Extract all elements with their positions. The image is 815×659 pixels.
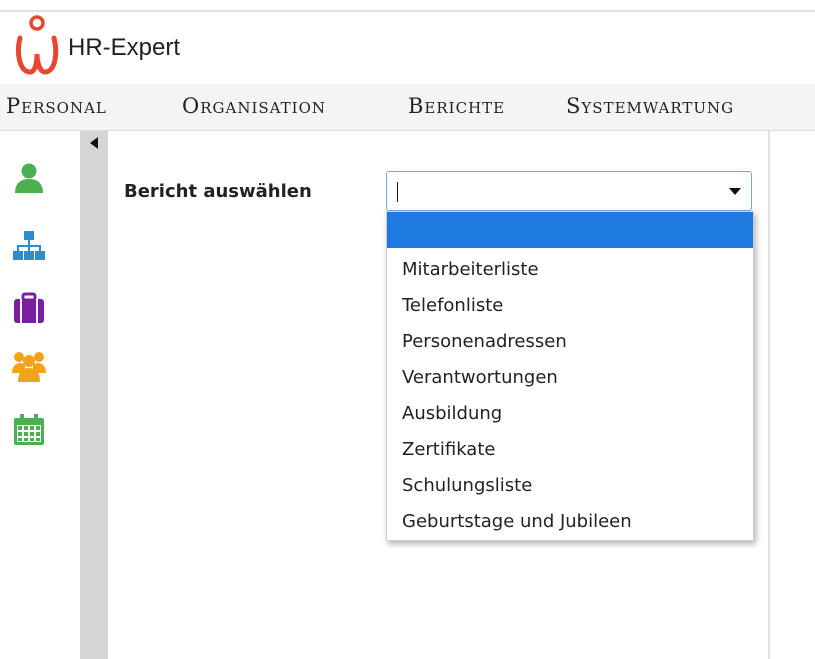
group-icon[interactable] <box>12 349 46 383</box>
chevron-down-icon[interactable] <box>729 188 741 195</box>
dropdown-option[interactable]: Zertifikate <box>387 432 753 468</box>
dropdown-option[interactable]: Ausbildung <box>387 396 753 432</box>
org-chart-icon[interactable] <box>12 229 46 263</box>
dropdown-option[interactable]: Personenadressen <box>387 324 753 360</box>
sidebar-icons <box>0 131 80 659</box>
dropdown-option[interactable]: Telefonliste <box>387 288 753 324</box>
dropdown-option-empty[interactable] <box>387 212 753 248</box>
calendar-icon[interactable] <box>12 413 46 447</box>
menu-organisation[interactable]: Organisation <box>182 94 326 118</box>
app-header: HR-Expert <box>0 12 815 84</box>
menu-personal[interactable]: Personal <box>6 94 107 118</box>
person-icon[interactable] <box>12 161 46 195</box>
dropdown-option[interactable]: Verantwortungen <box>387 360 753 396</box>
menu-berichte[interactable]: Berichte <box>408 94 505 118</box>
text-caret <box>397 182 398 202</box>
report-dropdown-list: Mitarbeiterliste Telefonliste Personenad… <box>386 211 754 541</box>
briefcase-icon[interactable] <box>12 291 46 325</box>
dropdown-option[interactable]: Geburtstage und Jubileen <box>387 504 753 540</box>
main-menubar: Personal Organisation Berichte Systemwar… <box>0 84 815 131</box>
app-title: HR-Expert <box>68 34 181 61</box>
hr-expert-logo-icon <box>15 15 59 75</box>
dropdown-option[interactable]: Schulungsliste <box>387 468 753 504</box>
report-select-label: Bericht auswählen <box>124 181 312 202</box>
sidebar-collapse-bar[interactable] <box>80 131 108 659</box>
dropdown-option[interactable]: Mitarbeiterliste <box>387 252 753 288</box>
menu-systemwartung[interactable]: Systemwartung <box>566 94 734 118</box>
collapse-left-icon[interactable] <box>90 137 98 149</box>
report-select[interactable] <box>386 171 752 211</box>
